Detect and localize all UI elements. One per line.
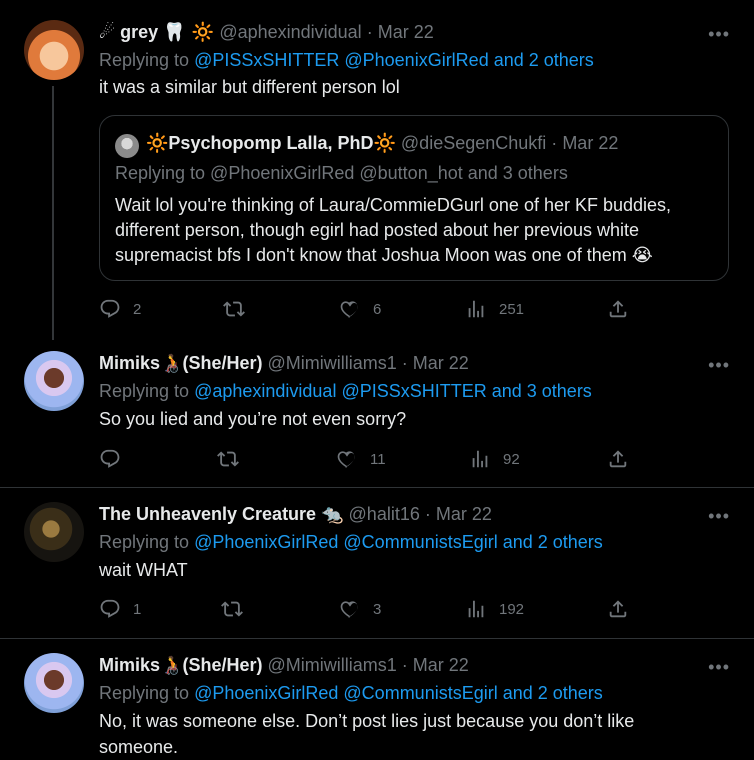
views-icon	[465, 298, 487, 320]
tweet-text: wait WHAT	[99, 560, 188, 580]
reply-icon	[99, 598, 121, 620]
like-count: 6	[373, 300, 382, 318]
user-name[interactable]: Mimiks🧑‍🦽(She/Her)	[99, 655, 262, 676]
action-bar: 11 92	[99, 448, 639, 472]
user-handle[interactable]: @halit16	[349, 504, 420, 524]
thread-line	[52, 86, 54, 340]
heart-icon	[336, 448, 358, 470]
user-handle[interactable]: @aphexindividual	[219, 22, 361, 42]
quote-header: 🔆Psychopomp Lalla, PhD🔆 @dieSegenChukfi …	[146, 133, 619, 154]
like-button[interactable]: 6	[339, 298, 381, 320]
user-name[interactable]: The Unheavenly Creature 🐀	[99, 504, 344, 525]
tweet-date[interactable]: Mar 22	[413, 655, 469, 675]
tweet-date[interactable]: Mar 22	[378, 22, 434, 42]
avatar[interactable]	[24, 502, 84, 562]
avatar[interactable]	[24, 20, 84, 80]
quote-date: Mar 22	[562, 133, 619, 153]
replying-to: Replying to @aphexindividual @PISSxSHITT…	[99, 381, 592, 401]
reply-icon	[99, 298, 121, 320]
share-button[interactable]	[607, 448, 641, 470]
name-emoji: 🐀	[321, 504, 344, 525]
reply-icon	[99, 448, 121, 470]
quote-avatar	[115, 134, 139, 158]
tweet-date[interactable]: Mar 22	[436, 504, 492, 524]
mentions-link[interactable]: @PhoenixGirlRed @CommunistsEgirl and 2 o…	[194, 532, 603, 552]
views-icon	[469, 448, 491, 470]
tweet-header: Mimiks🧑‍🦽(She/Her) @Mimiwilliams1 · Mar …	[99, 655, 469, 676]
like-count: 11	[370, 450, 386, 468]
replying-to: Replying to @PhoenixGirlRed @CommunistsE…	[99, 532, 603, 552]
reply-button[interactable]: 1	[99, 598, 141, 620]
action-bar: 1 3 192	[99, 598, 639, 622]
retweet-icon	[221, 598, 243, 620]
views-icon	[465, 598, 487, 620]
tweet-text: it was a similar but different person lo…	[99, 77, 400, 97]
user-name[interactable]: Mimiks🧑‍🦽(She/Her)	[99, 353, 262, 374]
views-button[interactable]: 251	[465, 298, 524, 320]
name-emoji: 🧑‍🦽	[160, 655, 183, 676]
quote-replying-to: Replying to @PhoenixGirlRed @button_hot …	[115, 163, 568, 183]
heart-icon	[339, 298, 361, 320]
tweet-text: So you lied and you’re not even sorry?	[99, 409, 407, 429]
user-handle[interactable]: @Mimiwilliams1	[267, 655, 396, 675]
replying-to: Replying to @PhoenixGirlRed @CommunistsE…	[99, 683, 603, 703]
action-bar: 2 6 251	[99, 298, 639, 322]
name-emoji: 🧑‍🦽	[160, 353, 183, 374]
like-button[interactable]: 11	[336, 448, 386, 470]
share-icon	[607, 448, 629, 470]
mentions-link[interactable]: @PhoenixGirlRed @CommunistsEgirl and 2 o…	[194, 683, 603, 703]
mentions-link[interactable]: @PISSxSHITTER @PhoenixGirlRed and 2 othe…	[194, 50, 594, 70]
tweet-header: The Unheavenly Creature 🐀 @halit16 · Mar…	[99, 504, 492, 525]
tweet-text: No, it was someone else. Don’t post lies…	[99, 711, 635, 757]
replying-to: Replying to @PISSxSHITTER @PhoenixGirlRe…	[99, 50, 594, 70]
reply-count: 2	[133, 300, 142, 318]
more-options-icon[interactable]: •••	[708, 24, 730, 45]
view-count: 92	[503, 450, 520, 468]
tweet-date[interactable]: Mar 22	[413, 353, 469, 373]
tweet-header: ☄ grey 🦷 🔆 @aphexindividual · Mar 22	[99, 22, 434, 43]
retweet-button[interactable]	[221, 598, 255, 620]
views-button[interactable]: 192	[465, 598, 524, 620]
quote-user-handle: @dieSegenChukfi	[400, 133, 547, 153]
like-button[interactable]: 3	[339, 598, 381, 620]
more-options-icon[interactable]: •••	[708, 657, 730, 678]
user-name[interactable]: ☄ grey 🦷 🔆	[99, 22, 215, 43]
reply-button[interactable]	[99, 448, 133, 470]
share-button[interactable]	[607, 298, 641, 320]
retweet-button[interactable]	[217, 448, 251, 470]
tweet-4[interactable]: Mimiks🧑‍🦽(She/Her) @Mimiwilliams1 · Mar …	[0, 639, 754, 760]
share-button[interactable]	[607, 598, 641, 620]
share-icon	[607, 598, 629, 620]
retweet-icon	[217, 448, 239, 470]
user-handle[interactable]: @Mimiwilliams1	[267, 353, 396, 373]
avatar[interactable]	[24, 653, 84, 713]
retweet-icon	[223, 298, 245, 320]
reply-button[interactable]: 2	[99, 298, 141, 320]
avatar[interactable]	[24, 351, 84, 411]
tweet-1[interactable]: ☄ grey 🦷 🔆 @aphexindividual · Mar 22 •••…	[0, 0, 754, 340]
views-button[interactable]: 92	[469, 448, 520, 470]
share-icon	[607, 298, 629, 320]
tweet-3[interactable]: The Unheavenly Creature 🐀 @halit16 · Mar…	[0, 488, 754, 638]
quote-user-name: Psychopomp Lalla, PhD	[168, 133, 374, 153]
quote-text: Wait lol you're thinking of Laura/Commie…	[115, 195, 672, 265]
mentions-link[interactable]: @aphexindividual @PISSxSHITTER and 3 oth…	[194, 381, 592, 401]
view-count: 192	[499, 600, 525, 618]
heart-icon	[339, 598, 361, 620]
name-emoji: 🦷 🔆	[163, 22, 215, 43]
name-emoji: 🔆	[146, 133, 169, 154]
more-options-icon[interactable]: •••	[708, 355, 730, 376]
retweet-button[interactable]	[223, 298, 257, 320]
tweet-2[interactable]: Mimiks🧑‍🦽(She/Her) @Mimiwilliams1 · Mar …	[0, 340, 754, 487]
like-count: 3	[373, 600, 382, 618]
view-count: 251	[499, 300, 525, 318]
tweet-header: Mimiks🧑‍🦽(She/Her) @Mimiwilliams1 · Mar …	[99, 353, 469, 374]
more-options-icon[interactable]: •••	[708, 506, 730, 527]
reply-count: 1	[133, 600, 142, 618]
quoted-tweet[interactable]: 🔆Psychopomp Lalla, PhD🔆 @dieSegenChukfi …	[99, 115, 729, 281]
